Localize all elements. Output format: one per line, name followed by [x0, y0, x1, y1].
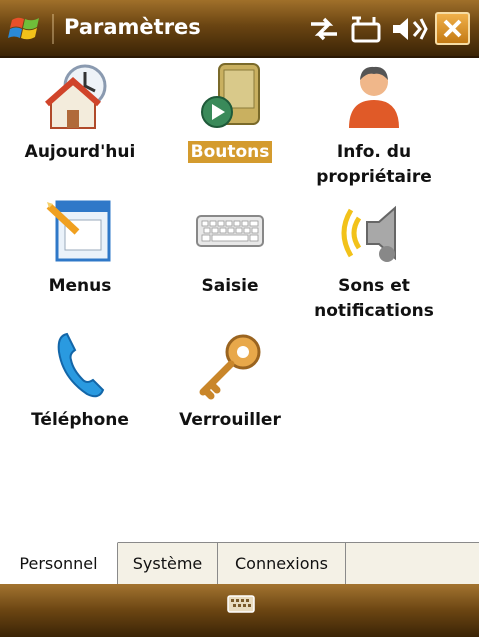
today-icon [45, 64, 107, 129]
tile-label: Verrouiller [179, 410, 281, 430]
sync-icon[interactable] [347, 14, 385, 44]
tile-label-line2: propriétaire [316, 167, 432, 187]
title-bar: Paramètres [0, 0, 479, 58]
tile-label-line1: Sons et [338, 276, 410, 296]
tile-label: Menus [48, 276, 112, 296]
tile-label: Saisie [201, 276, 259, 296]
tab-personnel[interactable]: Personnel [0, 542, 118, 585]
start-menu-icon[interactable] [8, 12, 42, 46]
connectivity-icon[interactable] [307, 14, 341, 44]
tab-strip-filler [346, 543, 479, 585]
key-icon [199, 334, 261, 400]
tile-label-line2: notifications [314, 301, 434, 321]
buttons-icon [201, 63, 260, 128]
sounds-icon [341, 205, 396, 262]
tile-label: Aujourd'hui [24, 142, 136, 162]
tile-label-line1: Info. du [336, 142, 412, 162]
owner-info-icon [349, 66, 399, 128]
phone-icon [57, 332, 105, 398]
tile-label: Boutons [187, 141, 273, 163]
tile-label: Téléphone [31, 410, 129, 430]
menus-icon [46, 200, 111, 262]
close-icon [443, 19, 462, 38]
volume-icon[interactable] [390, 14, 428, 44]
keyboard-icon [196, 215, 264, 247]
title-separator [52, 14, 54, 44]
window-title: Paramètres [64, 15, 201, 39]
bottom-bar [0, 584, 479, 637]
tab-strip: Personnel Système Connexions [0, 542, 479, 585]
tab-connexions[interactable]: Connexions [218, 543, 346, 585]
input-panel-icon[interactable] [227, 594, 255, 614]
tab-systeme[interactable]: Système [118, 543, 218, 585]
close-button[interactable] [435, 12, 470, 45]
